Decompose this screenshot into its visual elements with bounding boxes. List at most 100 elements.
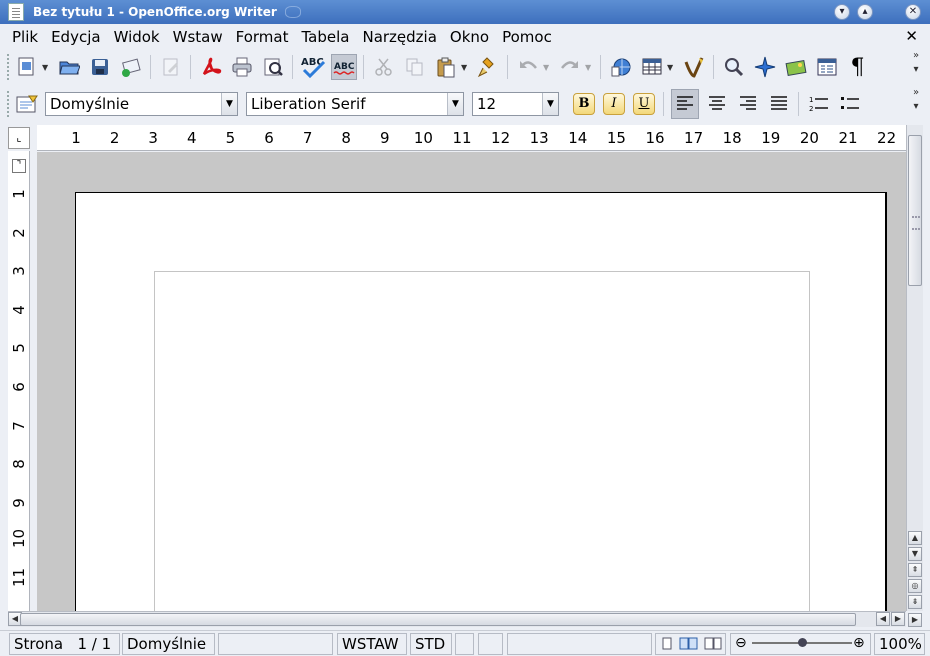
clone-formatting-icon[interactable] [475, 54, 501, 80]
print-icon[interactable] [229, 54, 255, 80]
menu-help[interactable]: Pomoc [502, 28, 552, 46]
navigator-icon[interactable] [752, 54, 778, 80]
table-icon[interactable] [639, 54, 665, 80]
text-boundaries[interactable] [154, 271, 810, 611]
scroll-right-button-2[interactable]: ▶ [908, 613, 922, 627]
page-indicator[interactable]: Strona 1 / 1 [9, 633, 120, 655]
ruler-tick-label: 17 [684, 129, 704, 147]
scroll-left-button-2[interactable]: ◀ [876, 612, 890, 626]
align-right-icon[interactable] [735, 91, 761, 117]
paragraph-style-select[interactable]: Domyślnie ▼ [45, 92, 238, 116]
horizontal-scrollbar[interactable]: ◀ ◀ ▶ [8, 611, 906, 627]
numbering-icon[interactable]: 12 [806, 91, 832, 117]
document-page[interactable] [75, 192, 887, 611]
data-sources-icon[interactable] [814, 54, 840, 80]
insert-mode-indicator[interactable]: WSTAW [337, 633, 407, 655]
undo-dropdown-arrow[interactable]: ▼ [543, 63, 551, 72]
tab-stop-selector[interactable]: ⌞ [8, 127, 30, 149]
export-pdf-icon[interactable] [198, 54, 224, 80]
font-name-select[interactable]: Liberation Serif ▼ [246, 92, 464, 116]
vertical-scrollbar[interactable]: ▲ ▼ ⇞ ◎ ⇟ [906, 125, 923, 611]
new-document-icon[interactable] [14, 54, 40, 80]
menu-edit[interactable]: Edycja [51, 28, 100, 46]
zoom-knob[interactable] [797, 638, 807, 647]
menu-table[interactable]: Tabela [301, 28, 349, 46]
toolbar-separator [798, 92, 799, 116]
zoom-percentage[interactable]: 100% [874, 633, 925, 655]
zoom-out-icon[interactable]: ⊖ [735, 635, 747, 651]
menu-insert[interactable]: Wstaw [173, 28, 223, 46]
standard-toolbar: ▼ ABC ABC ▼ ▼ ▼ ▼ ¶ » ▾ [0, 49, 930, 85]
find-replace-icon[interactable] [721, 54, 747, 80]
chevron-down-icon[interactable]: ▼ [221, 93, 237, 115]
menu-file[interactable]: Plik [12, 28, 38, 46]
chevron-down-icon[interactable]: ▼ [542, 93, 558, 115]
view-layout-group[interactable] [655, 633, 726, 655]
navigation-button[interactable]: ◎ [908, 579, 922, 593]
toolbar-grip[interactable] [7, 91, 11, 117]
new-dropdown-arrow[interactable]: ▼ [42, 63, 50, 72]
scroll-up-button[interactable]: ▲ [908, 531, 922, 545]
ruler-tick-label: 5 [10, 343, 28, 354]
signature-indicator[interactable] [478, 633, 503, 655]
minimize-button[interactable]: ▾ [834, 4, 850, 20]
table-dropdown-arrow[interactable]: ▼ [667, 63, 675, 72]
align-center-icon[interactable] [704, 91, 730, 117]
page-preview-icon[interactable] [260, 54, 286, 80]
redo-icon[interactable] [557, 54, 583, 80]
bold-button[interactable]: B [573, 93, 595, 115]
bullets-icon[interactable] [837, 91, 863, 117]
previous-page-button[interactable]: ⇞ [908, 563, 922, 577]
svg-text:ABC: ABC [334, 62, 355, 72]
scroll-down-button[interactable]: ▼ [908, 547, 922, 561]
cut-icon[interactable] [371, 54, 397, 80]
paste-icon[interactable] [433, 54, 459, 80]
styles-formatting-icon[interactable] [14, 91, 40, 117]
open-folder-icon[interactable] [56, 54, 82, 80]
next-page-button[interactable]: ⇟ [908, 595, 922, 609]
chevron-down-icon[interactable]: ▼ [447, 93, 463, 115]
language-indicator[interactable] [218, 633, 333, 655]
italic-button[interactable]: I [603, 93, 625, 115]
toolbar-overflow-button[interactable]: » ▾ [910, 86, 922, 120]
draw-functions-icon[interactable] [681, 54, 707, 80]
undo-icon[interactable] [515, 54, 541, 80]
maximize-button[interactable]: ▴ [857, 4, 873, 20]
menu-window[interactable]: Okno [450, 28, 489, 46]
redo-dropdown-arrow[interactable]: ▼ [585, 63, 593, 72]
justify-icon[interactable] [766, 91, 792, 117]
zoom-in-icon[interactable]: ⊕ [853, 635, 865, 651]
vertical-ruler[interactable]: ⌝ 1 2 3 4 5 6 7 8 9 10 11 [8, 151, 30, 611]
save-icon[interactable] [87, 54, 113, 80]
hyperlink-icon[interactable] [608, 54, 634, 80]
gallery-icon[interactable] [783, 54, 809, 80]
ruler-tick-label: 11 [452, 129, 472, 147]
toolbar-grip[interactable] [7, 54, 11, 80]
align-left-icon[interactable] [670, 89, 699, 119]
menu-view[interactable]: Widok [114, 28, 160, 46]
svg-text:1: 1 [809, 96, 813, 104]
underline-button[interactable]: U [633, 93, 655, 115]
toolbar-overflow-button[interactable]: » ▾ [910, 49, 922, 83]
ruler-tick-label: 4 [187, 129, 197, 147]
modified-indicator[interactable] [455, 633, 474, 655]
copy-icon[interactable] [402, 54, 428, 80]
edit-file-icon[interactable] [158, 54, 184, 80]
scroll-right-button[interactable]: ▶ [891, 612, 905, 626]
paste-dropdown-arrow[interactable]: ▼ [461, 63, 469, 72]
selection-mode-indicator[interactable]: STD [410, 633, 452, 655]
spellcheck-icon[interactable]: ABC [300, 54, 326, 80]
horizontal-ruler[interactable]: 1 2 3 4 5 6 7 8 9 10 11 12 13 14 15 16 17 18 19 20 21 22 [37, 125, 906, 151]
close-document-button[interactable]: ✕ [905, 27, 918, 45]
autospellcheck-icon[interactable]: ABC [330, 54, 357, 80]
vertical-scroll-thumb[interactable] [908, 135, 922, 286]
page-style-indicator[interactable]: Domyślnie [122, 633, 215, 655]
font-size-select[interactable]: 12 ▼ [472, 92, 559, 116]
document-area[interactable] [37, 152, 906, 611]
send-mail-icon[interactable] [118, 54, 144, 80]
formatting-marks-icon[interactable]: ¶ [845, 54, 871, 80]
horizontal-scroll-thumb[interactable] [20, 613, 856, 626]
menu-tools[interactable]: Narzędzia [362, 28, 436, 46]
menu-format[interactable]: Format [236, 28, 289, 46]
close-window-button[interactable]: ✕ [905, 4, 921, 20]
